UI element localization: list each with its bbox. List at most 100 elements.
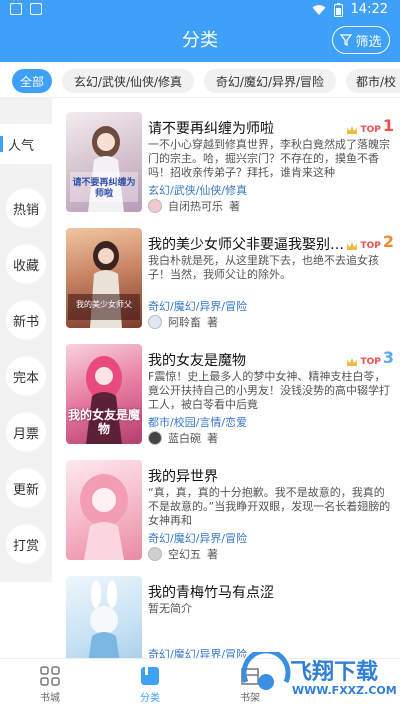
author-suffix: 著: [229, 200, 240, 213]
status-time: 14:22: [350, 2, 388, 17]
sidebar-tab-favorites[interactable]: 收藏: [6, 244, 46, 284]
crown-icon: [347, 242, 358, 250]
book-item[interactable]: 我的美少女师父 我的美少女师父非要逼我娶别的… 我白朴就是死，从这里跳下去，也绝…: [52, 214, 400, 330]
author-suffix: 著: [207, 316, 218, 329]
crown-icon: [347, 126, 358, 134]
cover-art: [88, 580, 120, 658]
status-bar: 14:22: [0, 0, 400, 20]
book-description: F震惊！史上最多人的梦中女神、精神支柱白苓，竟公开扶持自己的小男友！没钱没势的高…: [148, 370, 390, 411]
sidebar-tab-completed[interactable]: 完本: [6, 356, 46, 396]
sidebar-tab-label: 新书: [12, 314, 39, 330]
filter-icon: [340, 34, 353, 46]
book-item[interactable]: 我的异世界 “真，真，真的十分抱歉。我不是故意的，我真的不是故意的。”当我睁开双…: [52, 446, 400, 562]
book-description: 一不小心穿越到修真世界，李秋白竟然成了落魄宗门的宗主。哈，掘兴宗门？不存在的，摸…: [148, 138, 390, 179]
book-description: 暂无简介: [148, 602, 192, 615]
battery-icon: [333, 2, 343, 17]
filter-label: 筛选: [355, 34, 382, 50]
sidebar-tab-label: 月票: [12, 426, 39, 442]
author-name: 蓝白碗: [168, 432, 201, 445]
book-list: 请不要再纠缠为师啦 请不要再纠缠为师啦 一不小心穿越到修真世界，李秋白竟然成了落…: [52, 98, 400, 658]
chip-xuanhuan[interactable]: 玄幻/武侠/仙侠/修真: [62, 69, 194, 93]
author-suffix: 著: [207, 432, 218, 445]
book-genre-tag[interactable]: 玄幻/武侠/仙侠/修真: [148, 182, 247, 198]
book-title[interactable]: 我的青梅竹马有点涩: [148, 582, 353, 602]
cover-art: [68, 241, 140, 328]
header-bar: 14:22 分类 筛选: [0, 0, 400, 62]
author-avatar: [148, 547, 162, 561]
book-description: “真，真，真的十分抱歉。我不是故意的，我真的不是故意的。”当我睁开双眼，发现一名…: [148, 486, 391, 527]
wifi-icon: [312, 4, 326, 15]
author-avatar: [148, 199, 162, 213]
watermark-brand: 飞翔下载: [290, 660, 379, 685]
rank-badge: TOP 2: [346, 232, 394, 251]
category-chip-bar: 全部 玄幻/武侠/仙侠/修真 奇幻/魔幻/异界/冒险 都市/校: [0, 62, 400, 98]
rank-badge: TOP 3: [346, 348, 394, 367]
chip-qihuan[interactable]: 奇幻/魔幻/异界/冒险: [204, 69, 336, 93]
active-indicator: [0, 136, 3, 152]
nav-label: 分类: [140, 693, 160, 704]
book-genre-tag[interactable]: 奇幻/魔幻/异界/冒险: [148, 298, 247, 314]
sidebar-tab-popular[interactable]: 人气: [0, 124, 52, 164]
rank-label: TOP: [360, 125, 381, 135]
author-name: 空幻五: [168, 548, 201, 561]
category-icon: [141, 667, 159, 685]
sidebar-tab-label: 打赏: [12, 538, 39, 554]
notification-icon: [10, 3, 22, 15]
book-title[interactable]: 请不要再纠缠为师啦: [148, 118, 353, 138]
sidebar-tab-updated[interactable]: 更新: [6, 468, 46, 508]
sidebar-tab-label: 人气: [8, 138, 35, 154]
rank-label: TOP: [360, 241, 381, 251]
sidebar-tab-label: 热销: [12, 202, 39, 218]
book-item[interactable]: 请不要再纠缠为师啦 请不要再纠缠为师啦 一不小心穿越到修真世界，李秋白竟然成了落…: [52, 98, 400, 214]
book-title[interactable]: 我的女友是魔物: [148, 350, 353, 370]
book-cover[interactable]: [66, 576, 142, 658]
sidebar-tab-label: 完本: [12, 370, 39, 386]
rank-sidebar: 人气 热销 收藏 新书 完本 月票 更新 打赏: [0, 98, 52, 582]
cover-title-text: 我的女友是魔物: [68, 408, 141, 436]
sidebar-tab-reward[interactable]: 打赏: [6, 524, 46, 564]
book-cover[interactable]: [66, 460, 142, 560]
book-genre-tag[interactable]: 都市/校园/言情/恋爱: [148, 414, 247, 430]
sidebar-tab-hot-sale[interactable]: 热销: [6, 188, 46, 228]
cover-art: [80, 474, 128, 560]
book-description: 我白朴就是死，从这里跳下去，也绝不去追女孩子！当然，我师父让的除外。: [148, 254, 379, 281]
book-cover[interactable]: 我的女友是魔物: [66, 344, 142, 444]
grid-icon: [40, 666, 60, 686]
rank-number: 1: [382, 116, 394, 135]
sidebar-tab-label: 收藏: [12, 258, 39, 274]
author-name: 自闭热可乐: [168, 200, 223, 213]
watermark-logo: 飞翔下载 WWW.FXXZ.COM: [241, 648, 397, 708]
filter-button[interactable]: 筛选: [332, 26, 390, 54]
rank-badge: TOP 1: [346, 116, 394, 135]
chip-all[interactable]: 全部: [12, 69, 52, 93]
book-item[interactable]: 我的女友是魔物 我的女友是魔物 F震惊！史上最多人的梦中女神、精神支柱白苓，竟公…: [52, 330, 400, 446]
book-cover[interactable]: 我的美少女师父: [66, 228, 142, 328]
nav-category[interactable]: 分类: [120, 665, 180, 704]
sidebar-tab-label: 更新: [12, 482, 39, 498]
book-author: 自闭热可乐 著: [148, 198, 240, 214]
author-avatar: [148, 431, 162, 445]
image-notification-icon: [30, 3, 42, 15]
book-author: 蓝白碗 著: [148, 430, 218, 446]
book-genre-tag[interactable]: 奇幻/魔幻/异界/冒险: [148, 530, 247, 546]
author-name: 阿聆畜: [168, 316, 201, 329]
cover-title-text: 请不要再纠缠为师啦: [72, 178, 136, 199]
nav-label: 书城: [40, 693, 60, 704]
book-cover[interactable]: 请不要再纠缠为师啦: [66, 112, 142, 212]
book-title[interactable]: 我的美少女师父非要逼我娶别的…: [148, 234, 353, 254]
crown-icon: [347, 358, 358, 366]
nav-bookstore[interactable]: 书城: [20, 665, 80, 704]
rank-number: 3: [382, 348, 394, 367]
book-author: 阿聆畜 著: [148, 314, 218, 330]
sidebar-tab-monthly-ticket[interactable]: 月票: [6, 412, 46, 452]
rank-number: 2: [382, 232, 394, 251]
book-genre-tag[interactable]: 奇幻/魔幻/异界/冒险: [148, 646, 247, 658]
book-title[interactable]: 我的异世界: [148, 466, 353, 486]
rank-label: TOP: [360, 357, 381, 367]
book-author: 空幻五 著: [148, 546, 218, 562]
sidebar-tab-new[interactable]: 新书: [6, 300, 46, 340]
book-item[interactable]: 我的青梅竹马有点涩 暂无简介 奇幻/魔幻/异界/冒险: [52, 562, 400, 658]
chip-dushi[interactable]: 都市/校: [346, 69, 400, 93]
watermark-site: WWW.FXXZ.COM: [292, 684, 397, 697]
cover-title-text: 我的美少女师父: [76, 300, 132, 309]
